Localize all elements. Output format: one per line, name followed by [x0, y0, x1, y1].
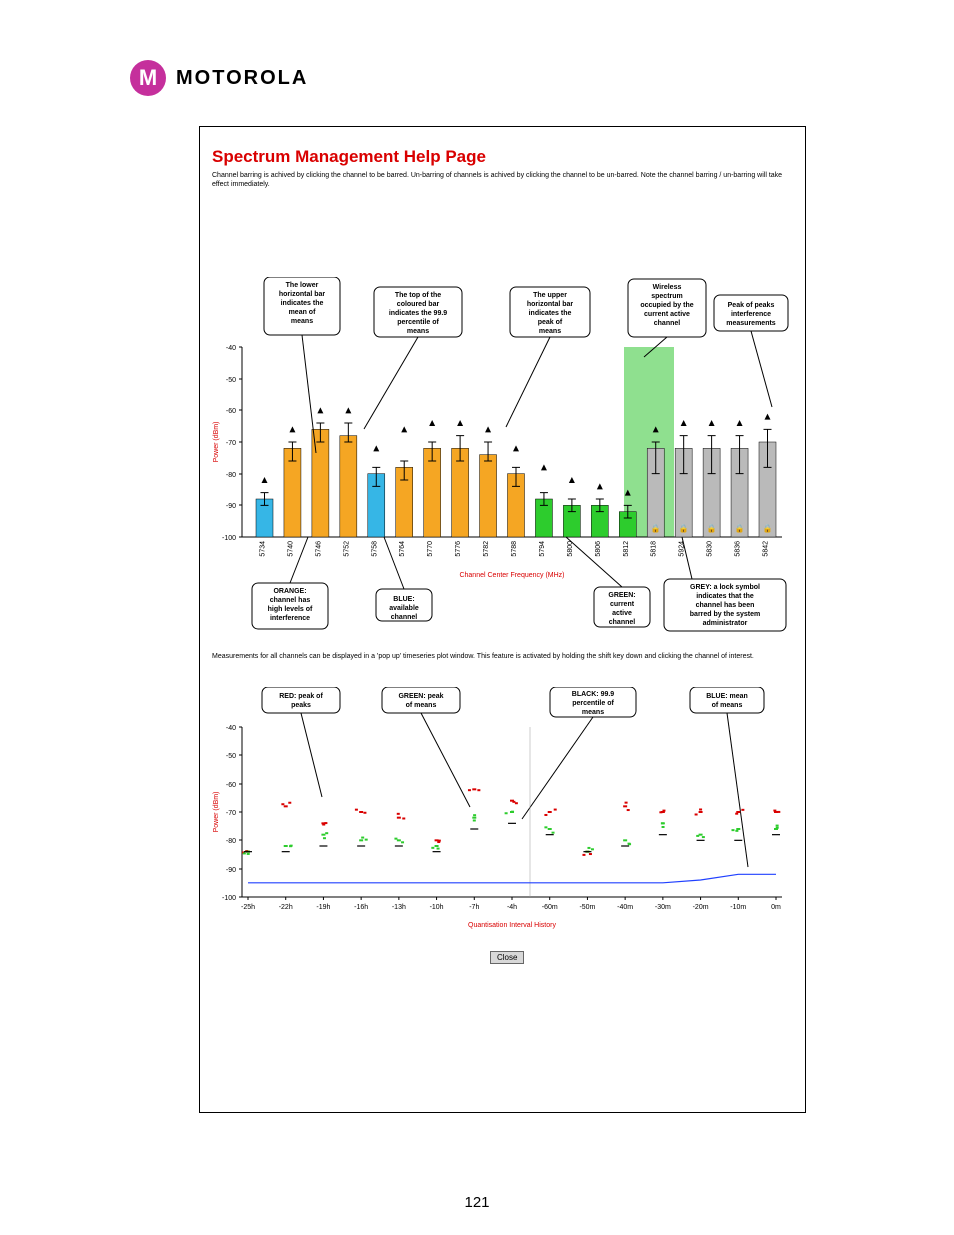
svg-text:-100: -100 [222, 535, 236, 542]
svg-text:5818: 5818 [651, 541, 658, 557]
svg-text:-10m: -10m [730, 904, 746, 911]
motorola-logo-icon: M [130, 60, 166, 96]
svg-text:5740: 5740 [287, 541, 294, 557]
content-frame: Spectrum Management Help Page Channel ba… [199, 126, 806, 1113]
svg-text:-90: -90 [226, 503, 236, 510]
lock-icon: 🔒 [707, 524, 717, 533]
brand-text: MOTOROLA [176, 67, 308, 90]
svg-text:5788: 5788 [511, 541, 518, 557]
svg-text:5758: 5758 [371, 541, 378, 557]
lock-icon: 🔒 [763, 524, 773, 533]
svg-text:5830: 5830 [707, 541, 714, 557]
spectrum-bar-chart: The lowerhorizontal barindicates themean… [212, 277, 792, 637]
channel-bar[interactable] [284, 448, 301, 537]
chart2-ylabel: Power (dBm) [213, 792, 220, 833]
chart2-xlabel: Quantisation Interval History [468, 922, 556, 929]
svg-text:-22h: -22h [279, 904, 293, 911]
svg-text:5764: 5764 [399, 541, 406, 557]
lock-icon: 🔒 [679, 524, 689, 533]
svg-text:5776: 5776 [455, 541, 462, 557]
channel-bar[interactable] [340, 436, 357, 537]
svg-text:-13h: -13h [392, 904, 406, 911]
svg-text:5782: 5782 [483, 541, 490, 557]
svg-text:5752: 5752 [343, 541, 350, 557]
svg-text:-4h: -4h [507, 904, 517, 911]
svg-text:5812: 5812 [623, 541, 630, 557]
svg-text:-90: -90 [226, 867, 236, 874]
svg-text:-60: -60 [226, 408, 236, 415]
svg-text:-30m: -30m [655, 904, 671, 911]
chart1-xlabel: Channel Center Frequency (MHz) [459, 572, 564, 579]
svg-text:-16h: -16h [354, 904, 368, 911]
svg-text:Peak of peaksinterferencemeasu: Peak of peaksinterferencemeasurements [726, 302, 776, 327]
svg-text:-70: -70 [226, 440, 236, 447]
svg-text:5734: 5734 [260, 541, 267, 557]
timeseries-chart: RED: peak ofpeaks GREEN: peakof means BL… [212, 687, 792, 937]
logo-glyph: M [139, 65, 157, 91]
lock-icon: 🔒 [735, 524, 745, 533]
svg-text:-40: -40 [226, 345, 236, 352]
description-1: Channel barring is achived by clicking t… [212, 172, 793, 190]
svg-text:-40: -40 [226, 725, 236, 732]
svg-text:-25h: -25h [241, 904, 255, 911]
channel-bar[interactable] [452, 448, 469, 537]
close-button[interactable]: Close [490, 951, 524, 964]
svg-text:-80: -80 [226, 472, 236, 479]
svg-text:-80: -80 [226, 838, 236, 845]
lock-icon: 🔒 [651, 524, 661, 533]
svg-text:-10h: -10h [430, 904, 444, 911]
channel-bar[interactable] [312, 429, 329, 537]
svg-text:-50: -50 [226, 377, 236, 384]
svg-text:-7h: -7h [469, 904, 479, 911]
svg-text:-20m: -20m [693, 904, 709, 911]
svg-text:5842: 5842 [763, 541, 770, 557]
chart1-ylabel: Power (dBm) [213, 422, 220, 463]
svg-text:5770: 5770 [427, 541, 434, 557]
callout-lower-bar-1: The lower [286, 282, 319, 289]
page-number: 121 [0, 1194, 954, 1211]
svg-text:0m: 0m [771, 904, 781, 911]
svg-text:-100: -100 [222, 895, 236, 902]
svg-text:-60: -60 [226, 782, 236, 789]
svg-text:5806: 5806 [595, 541, 602, 557]
svg-text:-50m: -50m [579, 904, 595, 911]
svg-text:-60m: -60m [542, 904, 558, 911]
logo-row: M MOTOROLA [130, 60, 308, 96]
svg-text:-19h: -19h [316, 904, 330, 911]
svg-text:BLUE:availablechannel: BLUE:availablechannel [389, 596, 419, 621]
help-page-title: Spectrum Management Help Page [212, 147, 486, 167]
description-2: Measurements for all channels can be dis… [212, 653, 793, 662]
svg-text:-70: -70 [226, 810, 236, 817]
channel-bar[interactable] [480, 455, 497, 537]
svg-text:5794: 5794 [539, 541, 546, 557]
page: M MOTOROLA Spectrum Management Help Page… [0, 0, 954, 1235]
svg-text:-40m: -40m [617, 904, 633, 911]
svg-text:-50: -50 [226, 753, 236, 760]
channel-bar[interactable] [424, 448, 441, 537]
svg-text:5746: 5746 [315, 541, 322, 557]
svg-text:5836: 5836 [735, 541, 742, 557]
